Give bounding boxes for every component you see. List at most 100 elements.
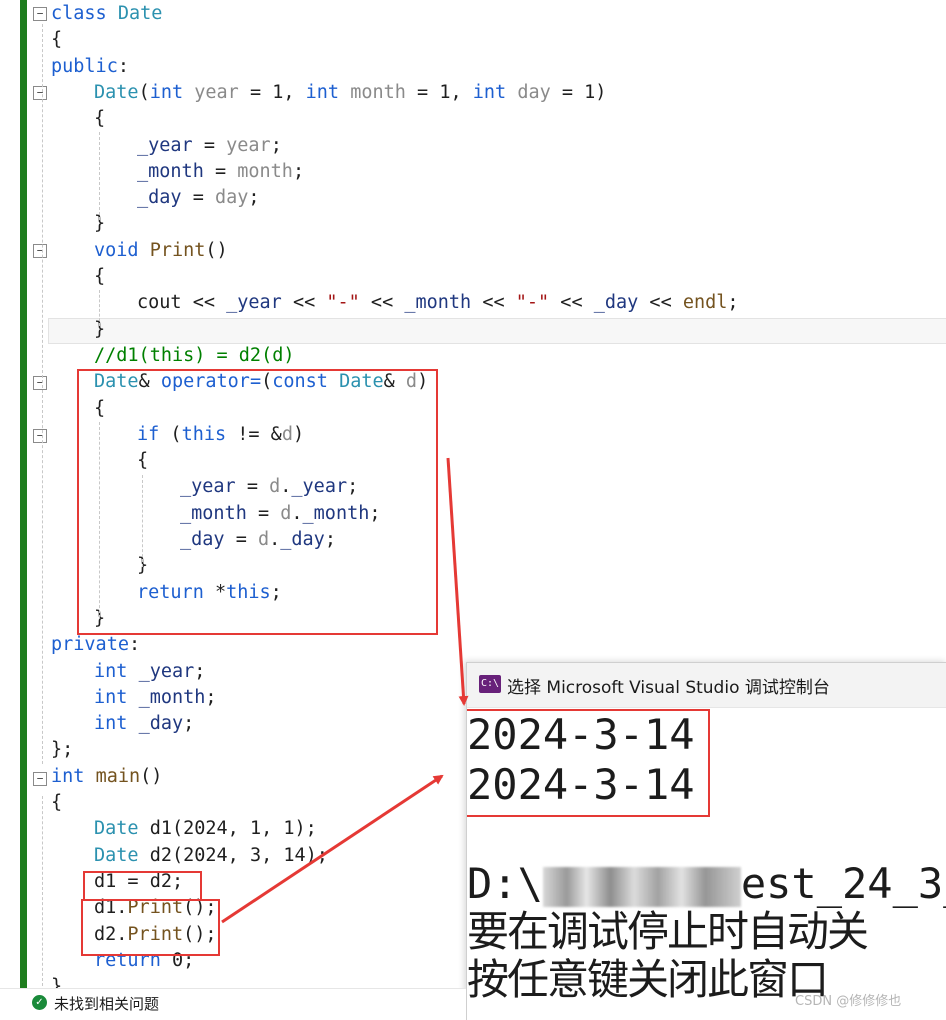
vs-debug-console-icon: C:\ [479,675,501,693]
code-line[interactable]: } [0,211,946,237]
code-token: _year [226,292,282,314]
code-text[interactable]: { [51,27,62,53]
code-token: year [194,81,239,103]
fold-constructor-icon[interactable]: − [33,86,47,100]
code-token: _month [137,160,204,182]
code-line[interactable]: private: [0,632,946,658]
code-token: int [94,713,128,735]
code-token: class [51,3,118,24]
code-text[interactable]: _month = month; [137,159,304,185]
redacted-path [542,866,741,907]
code-token: public [51,55,118,77]
code-token: month [237,160,293,182]
fold-print-icon[interactable]: − [33,244,47,258]
code-text[interactable]: _day = day; [137,185,260,211]
fold-main-icon[interactable]: − [33,772,47,786]
code-token: "-" [326,292,360,314]
code-token: ; [183,713,195,735]
code-token: = [203,160,238,182]
code-token: Date [94,818,139,840]
code-line[interactable]: _year = year; [0,133,946,159]
code-token: Date [117,3,163,24]
code-token: : [128,634,141,656]
code-line[interactable]: } [0,317,946,343]
code-text[interactable]: Date(int year = 1, int month = 1, int da… [94,80,606,106]
code-token: = 1) [550,81,607,103]
code-token: month [350,81,406,103]
console-path-line: D:\ est_24_3_ [467,859,946,909]
code-text[interactable]: //d1(this) = d2(d) [94,343,294,369]
code-text[interactable]: { [94,106,105,132]
code-token: d2(2024, 3, 14); [138,844,328,866]
fold-operator-icon[interactable]: − [33,376,47,390]
code-token: ; [727,292,739,314]
status-bar: ✓ 未找到相关问题 [0,988,466,1020]
code-token: Date [94,81,139,103]
code-text[interactable]: }; [51,737,73,763]
code-token: { [51,29,63,51]
code-token: cout << [137,292,227,314]
code-token: Date [94,844,139,866]
code-text[interactable]: Date d2(2024, 3, 14); [94,843,328,869]
code-token: _day [138,713,184,735]
code-text[interactable]: int _month; [94,685,217,711]
code-token: _month [404,292,472,314]
code-line[interactable]: { [0,106,946,132]
code-token: _year [137,134,193,156]
code-line[interactable]: cout << _year << "-" << _month << "-" <<… [0,290,946,316]
console-titlebar[interactable]: C:\ 选择 Microsoft Visual Studio 调试控制台 [467,663,946,708]
watermark: CSDN @修修修也 [795,994,902,1009]
code-text[interactable]: int _year; [94,659,205,685]
scope-guide-class [42,24,43,764]
code-line[interactable]: { [0,27,946,53]
code-token: ; [205,686,217,708]
code-line[interactable]: { [0,264,946,290]
code-token: = [181,187,215,209]
code-token: ; [248,187,260,209]
code-token: year [226,134,271,156]
debug-console-window[interactable]: C:\ 选择 Microsoft Visual Studio 调试控制台 202… [466,662,946,1020]
code-text[interactable]: class Date [51,1,162,27]
code-token: int [94,686,128,708]
code-token: = [192,134,227,156]
code-token: << [281,292,327,314]
code-token: = 1, [405,81,473,103]
code-text[interactable]: int _day; [94,711,194,737]
code-text[interactable]: int main() [51,764,162,790]
code-token: int [305,81,340,103]
code-text[interactable]: cout << _year << "-" << _month << "-" <<… [137,290,739,316]
code-token: private [51,634,129,656]
code-text[interactable]: { [94,264,105,290]
code-token: << [638,292,683,314]
fold-if-icon[interactable]: − [33,429,47,443]
console-path-suffix: est_24_3_ [740,859,946,908]
code-text[interactable]: private: [51,632,140,658]
code-line[interactable]: //d1(this) = d2(d) [0,343,946,369]
fold-class-icon[interactable]: − [33,7,47,21]
code-line[interactable]: void Print() [0,238,946,264]
code-text[interactable]: _year = year; [137,133,282,159]
check-circle-icon: ✓ [32,995,47,1010]
code-token: _day [137,187,182,209]
code-token: "-" [515,292,550,314]
code-text[interactable]: { [51,790,62,816]
code-line[interactable]: _day = day; [0,185,946,211]
code-text[interactable]: Date d1(2024, 1, 1); [94,816,317,842]
code-line[interactable]: _month = month; [0,159,946,185]
code-text[interactable]: public: [51,54,129,80]
code-token: //d1(this) = d2(d) [94,344,295,366]
code-text[interactable]: void Print() [94,238,228,264]
code-token: << [549,292,594,314]
code-token: ; [194,660,206,682]
code-line[interactable]: public: [0,54,946,80]
code-token: { [51,792,63,813]
code-line[interactable]: class Date [0,1,946,27]
code-line[interactable]: Date(int year = 1, int month = 1, int da… [0,80,946,106]
code-token: = 1, [238,81,306,103]
code-token: int [149,81,184,103]
console-message-2: 按任意键关闭此窗口 [467,955,829,1004]
